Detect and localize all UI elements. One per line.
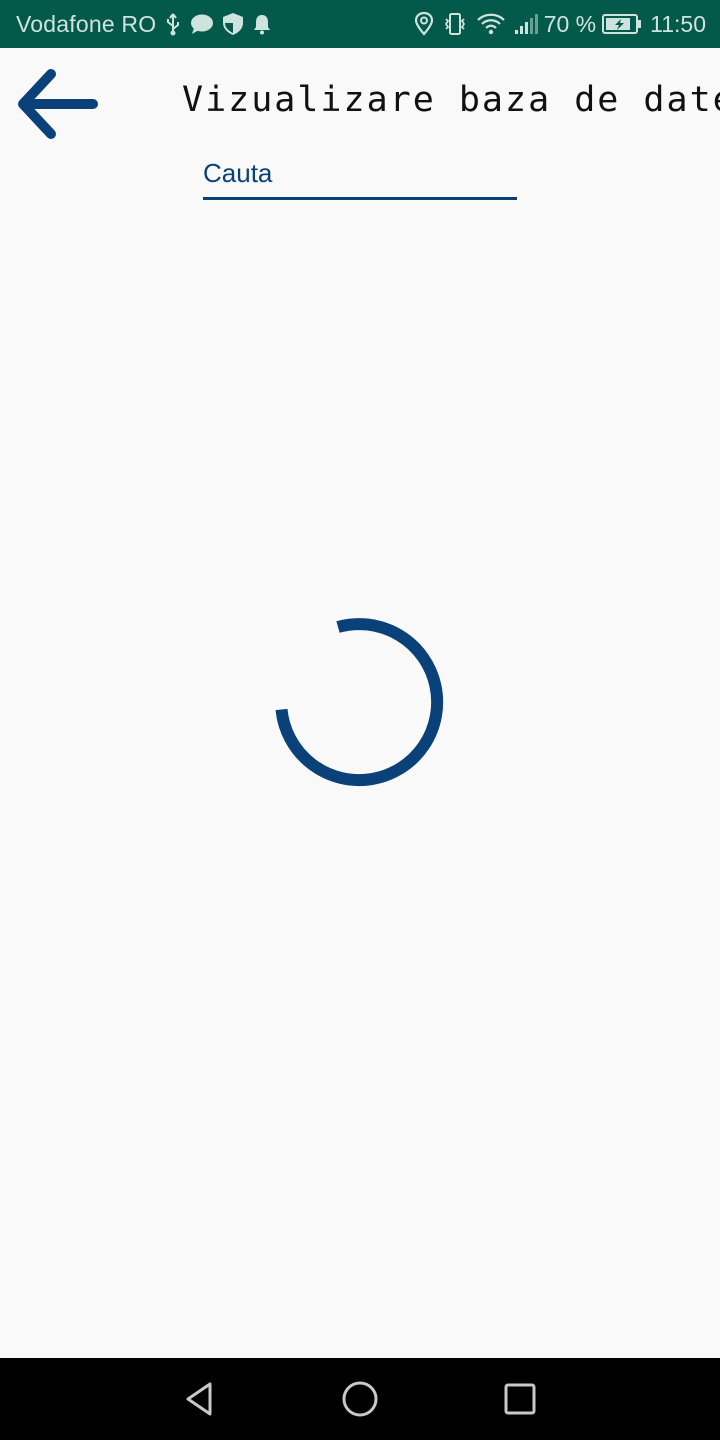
chat-bubble-icon [190, 13, 214, 35]
carrier-name: Vodafone RO [16, 10, 157, 37]
battery-charging-icon [602, 13, 642, 35]
page-title: Vizualizare baza de date [182, 80, 720, 120]
status-right: 70 % 11:50 [406, 11, 706, 38]
clock: 11:50 [650, 10, 706, 37]
shield-icon [222, 12, 244, 36]
status-left: Vodafone RO [16, 11, 272, 38]
screen: Vodafone RO 70 % 11:50 Vizualizare baza … [0, 0, 720, 1440]
vibrate-icon [442, 12, 468, 36]
bell-icon [252, 13, 272, 35]
home-circle-icon [342, 1381, 378, 1417]
nav-recents-button[interactable] [495, 1374, 545, 1424]
recents-square-icon [504, 1383, 536, 1415]
usb-icon [164, 12, 182, 36]
progress-spinner [275, 618, 444, 787]
search-input[interactable] [203, 152, 517, 200]
location-icon [414, 12, 434, 36]
signal-icon [514, 13, 540, 35]
navigation-bar [0, 1358, 720, 1440]
wifi-icon [476, 12, 506, 36]
arrow-back-icon [18, 69, 98, 139]
back-button[interactable] [12, 64, 102, 144]
battery-percent: 70 % [543, 10, 597, 37]
status-bar: Vodafone RO 70 % 11:50 [0, 0, 720, 48]
nav-back-button[interactable] [175, 1374, 225, 1424]
back-triangle-icon [186, 1382, 212, 1416]
nav-home-button[interactable] [335, 1374, 385, 1424]
